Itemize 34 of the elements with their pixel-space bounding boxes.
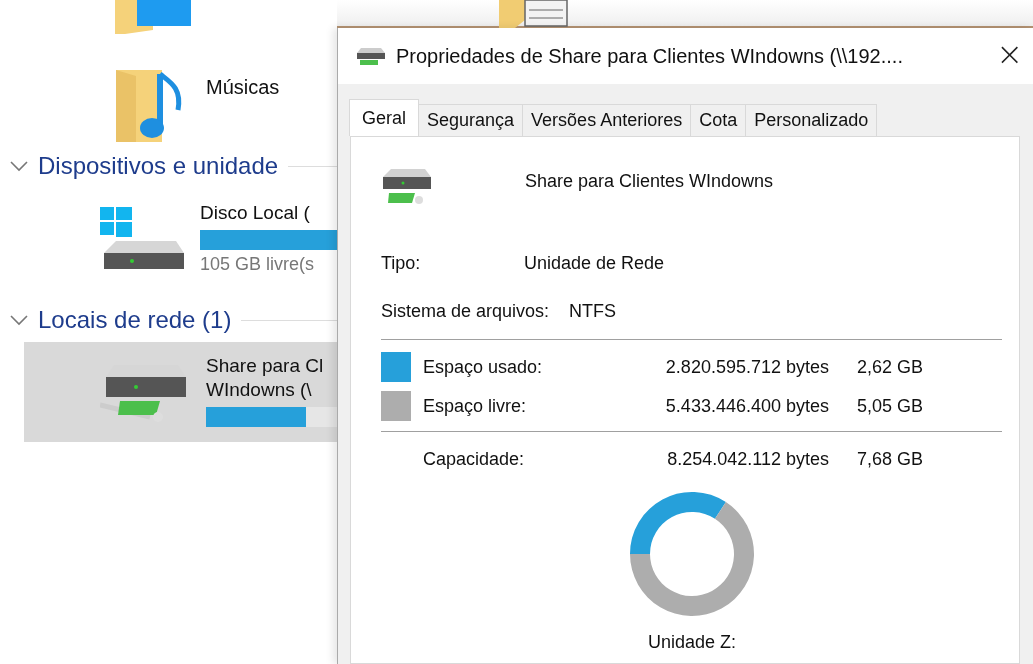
tab[interactable]: Geral xyxy=(349,99,419,136)
chevron-icon[interactable] xyxy=(10,160,28,172)
size-value: 7,68 GB xyxy=(857,448,925,471)
file-system-value: NTFS xyxy=(569,300,617,322)
drive-name: Share para Clientes WIndowns xyxy=(525,171,774,192)
network-drive-icon xyxy=(356,46,386,66)
section-header[interactable]: Dispositivos e unidade xyxy=(38,152,279,180)
window-title: Propriedades de Share para Clientes WIndowns (\\192.... xyxy=(396,44,904,68)
windows-drive-icon xyxy=(100,207,186,269)
free-space-text: 105 GB livre(s xyxy=(200,253,316,275)
network-drive-icon xyxy=(381,167,433,205)
file-system-label: Sistema de arquivos: xyxy=(381,300,550,322)
byte-count: 8.254.042.112 bytes xyxy=(666,448,829,471)
folder-name[interactable]: Músicas xyxy=(206,76,280,99)
close-button[interactable]: × xyxy=(986,35,1033,77)
folder-icon xyxy=(115,0,191,34)
drive-name: Disco Local ( xyxy=(200,201,311,224)
drive-item[interactable]: Disco Local ( 105 GB livre(s xyxy=(24,188,337,288)
section-header[interactable]: Locais de rede (1) xyxy=(38,306,232,334)
drive-letter-label: Unidade Z: xyxy=(647,632,737,653)
tab[interactable]: Personalizado xyxy=(745,104,878,136)
space-label: Espaço livre: xyxy=(423,395,528,418)
space-label: Espaço usado: xyxy=(423,356,544,379)
size-value: 5,05 GB xyxy=(857,395,925,418)
chevron-icon[interactable] xyxy=(10,314,28,326)
type-label: Tipo: xyxy=(381,252,422,274)
size-value: 2,62 GB xyxy=(857,356,925,379)
drive-name: Share para Cl xyxy=(206,355,325,377)
drive-item[interactable]: Share para Cl WIndowns (\ xyxy=(24,342,337,442)
capacity-label: Capacidade: xyxy=(423,448,526,471)
drive-name: WIndowns (\ xyxy=(206,379,313,401)
type-value: Unidade de Rede xyxy=(524,252,665,274)
byte-count: 5.433.446.400 bytes xyxy=(664,395,829,418)
byte-count: 2.820.595.712 bytes xyxy=(664,356,829,379)
